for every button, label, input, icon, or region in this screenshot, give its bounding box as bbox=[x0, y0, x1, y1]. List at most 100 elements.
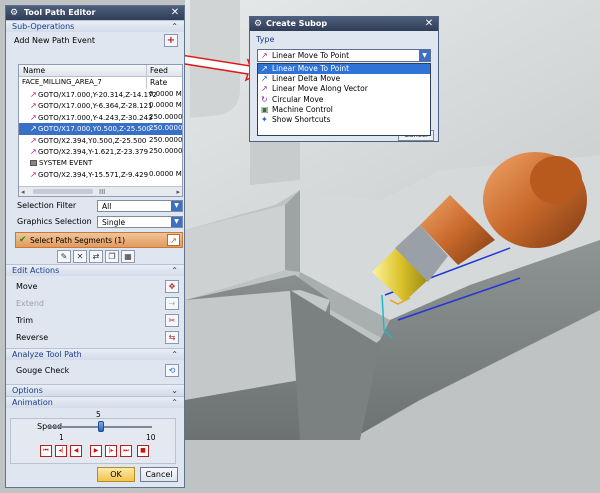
add-path-event-row: Add New Path Event + bbox=[6, 32, 184, 49]
sub-operations-list[interactable]: Name Feed Rate FACE_MILLING_AREA_7 ↗GOTO/… bbox=[18, 64, 183, 197]
list-item[interactable]: ↗GOTO/X2.394,Y-15.571,Z-9.429 0.0000 M. bbox=[19, 169, 182, 181]
dropdown-option[interactable]: ↗ Linear Move To Point bbox=[258, 64, 430, 75]
go-to-start-icon[interactable]: ⏮ bbox=[40, 445, 52, 457]
step-back-icon[interactable]: ◂| bbox=[55, 445, 67, 457]
type-section-header[interactable]: Type bbox=[250, 34, 438, 46]
goto-move-icon: ↗ bbox=[30, 112, 37, 122]
add-path-event-label: Add New Path Event bbox=[14, 36, 96, 45]
edit-action-label: Extend bbox=[16, 299, 44, 308]
speed-value: 5 bbox=[96, 410, 101, 419]
list-item-feed: 0.0000 M. bbox=[149, 101, 183, 109]
list-item[interactable]: ↗GOTO/X17.000,Y-20.314,Z-14.172 0.0000 M. bbox=[19, 89, 182, 101]
create-subop-titlebar[interactable]: ⚙ Create Subop ✕ bbox=[250, 17, 438, 31]
select-path-segments-row[interactable]: ✔ Select Path Segments (1) ↗ bbox=[15, 232, 183, 248]
list-group-row[interactable]: FACE_MILLING_AREA_7 bbox=[19, 77, 182, 89]
list-item[interactable]: ↗GOTO/X2.394,Y-1.621,Z-23.379 250.0000 bbox=[19, 146, 182, 158]
graphics-selection-select[interactable]: Single ▼ bbox=[97, 216, 183, 228]
list-item-feed: 250.0000 bbox=[149, 124, 183, 132]
list-item[interactable]: SYSTEM EVENT bbox=[19, 158, 182, 170]
reverse-icon[interactable]: ⇆ bbox=[165, 331, 179, 344]
dropdown-option-label: Linear Delta Move bbox=[272, 74, 341, 84]
section-animation[interactable]: Animation ⌃ bbox=[6, 396, 184, 408]
play-forward-icon[interactable]: ▶ bbox=[90, 445, 102, 457]
horizontal-scrollbar[interactable]: ◂ III ▸ bbox=[19, 186, 182, 196]
dropdown-option[interactable]: ↗ Linear Move Along Vector bbox=[258, 84, 430, 94]
type-select[interactable]: ↗ Linear Move To Point ▼ bbox=[257, 49, 431, 62]
goto-move-icon: ↗ bbox=[30, 89, 37, 99]
edit-action-label: Move bbox=[16, 282, 38, 291]
section-sub-operations[interactable]: Sub-Operations ⌃ bbox=[6, 20, 184, 32]
dropdown-option[interactable]: ✦ Show Shortcuts bbox=[258, 115, 430, 125]
list-rows: FACE_MILLING_AREA_7 ↗GOTO/X17.000,Y-20.31… bbox=[19, 77, 182, 181]
list-item-label: GOTO/X17.000,Y-6.364,Z-28.121 bbox=[38, 102, 153, 110]
close-icon[interactable]: ✕ bbox=[423, 18, 435, 30]
scroll-grip: III bbox=[99, 188, 106, 196]
list-item-label: GOTO/X17.000,Y0.500,Z-25.500 bbox=[38, 125, 151, 133]
list-item-label: SYSTEM EVENT bbox=[39, 158, 93, 167]
chevron-down-icon[interactable]: ▼ bbox=[419, 50, 430, 61]
gouge-check-button[interactable]: ⟲ bbox=[165, 364, 179, 377]
machine-control-icon: ▣ bbox=[261, 104, 269, 114]
add-path-event-button[interactable]: + bbox=[164, 34, 178, 47]
list-item-label: GOTO/X2.394,Y-1.621,Z-23.379 bbox=[38, 148, 149, 156]
edit-action-move: Move ✥ bbox=[6, 278, 184, 296]
copy-button[interactable]: ❐ bbox=[105, 250, 119, 263]
speed-slider-thumb[interactable] bbox=[98, 421, 104, 432]
list-item-feed: 250.0000 bbox=[149, 112, 183, 121]
dialog-title: Create Subop bbox=[266, 19, 328, 28]
list-item[interactable]: ↗GOTO/X17.000,Y0.500,Z-25.500 250.0000 bbox=[19, 123, 182, 135]
curve-pick-icon[interactable]: ↗ bbox=[167, 234, 180, 246]
play-reverse-icon[interactable]: ◀ bbox=[70, 445, 82, 457]
scroll-left-icon[interactable]: ◂ bbox=[21, 187, 25, 196]
delete-button[interactable]: ✕ bbox=[73, 250, 87, 263]
list-item-feed: 0.0000 M. bbox=[149, 89, 183, 98]
dropdown-option[interactable]: ▣ Machine Control bbox=[258, 105, 430, 115]
goto-move-icon: ↗ bbox=[30, 135, 37, 145]
stop-icon[interactable]: ■ bbox=[137, 445, 149, 457]
type-dropdown-list[interactable]: ↗ Linear Move To Point ↗ Linear Delta Move ↗… bbox=[257, 63, 431, 136]
goto-move-icon: ↗ bbox=[30, 170, 37, 179]
list-item[interactable]: ↗GOTO/X17.000,Y-4.243,Z-30.243 250.0000 bbox=[19, 112, 182, 124]
checkmark-icon: ✔ bbox=[19, 235, 27, 245]
paste-button[interactable]: ▦ bbox=[121, 250, 135, 263]
selection-filter-label: Selection Filter bbox=[17, 201, 77, 210]
close-icon[interactable]: ✕ bbox=[169, 7, 181, 19]
section-edit-actions[interactable]: Edit Actions ⌃ bbox=[6, 264, 184, 276]
scroll-thumb[interactable] bbox=[33, 189, 93, 194]
gouge-check-label: Gouge Check bbox=[16, 366, 70, 375]
section-options[interactable]: Options ⌄ bbox=[6, 384, 184, 396]
circular-move-icon: ↻ bbox=[261, 94, 268, 104]
list-item-label: GOTO/X2.394,Y0.500,Z-25.500 bbox=[38, 136, 147, 145]
speed-max: 10 bbox=[146, 433, 156, 442]
gear-icon: ⚙ bbox=[9, 8, 19, 18]
dropdown-option[interactable]: ↻ Circular Move bbox=[258, 95, 430, 105]
move-icon[interactable]: ✥ bbox=[165, 280, 179, 293]
edit-action-extend: Extend ⇢ bbox=[6, 295, 184, 313]
dropdown-option[interactable]: ↗ Linear Delta Move bbox=[258, 74, 430, 84]
dropdown-option-label: Circular Move bbox=[272, 94, 324, 104]
tool-path-editor-titlebar[interactable]: ⚙ Tool Path Editor ✕ bbox=[6, 6, 184, 20]
list-item[interactable]: ↗GOTO/X17.000,Y-6.364,Z-28.121 0.0000 M. bbox=[19, 100, 182, 112]
extend-icon[interactable]: ⇢ bbox=[165, 297, 179, 310]
chevron-up-icon: ⌃ bbox=[171, 266, 178, 275]
chevron-down-icon: ▼ bbox=[171, 201, 182, 211]
section-analyze-tool-path[interactable]: Analyze Tool Path ⌃ bbox=[6, 348, 184, 360]
gouge-check-row: Gouge Check ⟲ bbox=[6, 362, 184, 380]
trim-icon[interactable]: ✂ bbox=[165, 314, 179, 327]
scroll-right-icon[interactable]: ▸ bbox=[176, 187, 180, 196]
go-to-end-icon[interactable]: ⏭ bbox=[120, 445, 132, 457]
list-item-feed: 0.0000 M. bbox=[149, 170, 183, 178]
list-item-feed: 250.0000 bbox=[149, 135, 183, 144]
list-item[interactable]: ↗GOTO/X2.394,Y0.500,Z-25.500 250.0000 bbox=[19, 135, 182, 147]
ok-button[interactable]: OK bbox=[97, 467, 135, 482]
edit-path-button[interactable]: ✎ bbox=[57, 250, 71, 263]
selection-filter-select[interactable]: All ▼ bbox=[97, 200, 183, 212]
list-header: Name Feed Rate bbox=[19, 65, 182, 89]
column-header-name[interactable]: Name bbox=[23, 65, 45, 77]
list-item-name: ↗GOTO/X2.394,Y-15.571,Z-9.429 bbox=[30, 169, 148, 182]
section-title: Animation bbox=[12, 398, 53, 407]
step-forward-icon[interactable]: |▸ bbox=[105, 445, 117, 457]
list-item-name: FACE_MILLING_AREA_7 bbox=[22, 77, 102, 89]
move-path-button[interactable]: ⇄ bbox=[89, 250, 103, 263]
cancel-button[interactable]: Cancel bbox=[140, 467, 178, 482]
